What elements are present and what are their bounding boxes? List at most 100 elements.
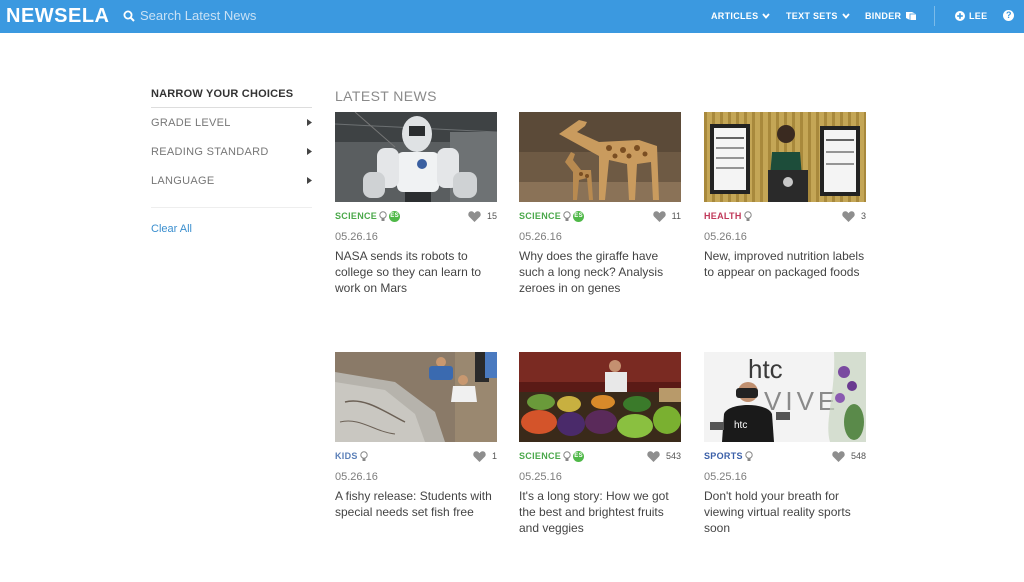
article-meta: SPORTS 548: [704, 449, 866, 463]
category-label: SPORTS: [704, 451, 743, 461]
article-card-vr-sports[interactable]: htc VIVE htc SPORTS 548 05.25.16 Don't h…: [704, 352, 866, 536]
top-navigation-bar: NEWSELA ARTICLES TEXT SETS BINDER LEE ?: [0, 0, 1024, 33]
book-icon: [906, 12, 917, 20]
article-title[interactable]: Don't hold your breath for viewing virtu…: [704, 488, 866, 536]
shirt-logo-text: htc: [734, 420, 747, 431]
heart-icon: [652, 210, 666, 222]
search-icon: [123, 10, 135, 22]
section-title: LATEST NEWS: [335, 88, 437, 104]
filter-reading-standard[interactable]: READING STANDARD: [151, 137, 312, 166]
help-button[interactable]: ?: [1003, 10, 1014, 21]
article-title[interactable]: Why does the giraffe have such a long ne…: [519, 248, 681, 296]
filter-sidebar: NARROW YOUR CHOICES GRADE LEVEL READING …: [151, 88, 312, 235]
clear-all-link[interactable]: Clear All: [151, 223, 312, 235]
favorites-count[interactable]: 548: [832, 450, 866, 462]
likes-count: 543: [665, 451, 681, 461]
likes-count: 11: [671, 211, 681, 221]
heart-icon: [468, 210, 481, 222]
nav-divider: [934, 6, 935, 26]
article-thumbnail-vr-headset[interactable]: htc VIVE htc: [704, 352, 866, 442]
sidebar-title: NARROW YOUR CHOICES: [151, 88, 312, 108]
sidebar-divider: [151, 207, 312, 208]
article-title[interactable]: It's a long story: How we got the best a…: [519, 488, 681, 536]
binder-link[interactable]: BINDER: [865, 11, 917, 21]
article-date: 05.26.16: [519, 231, 562, 243]
lightbulb-icon: [360, 450, 368, 461]
favorites-count[interactable]: 3: [842, 210, 866, 222]
article-thumbnail-giraffe[interactable]: [519, 112, 681, 202]
article-category[interactable]: HEALTH: [704, 210, 752, 222]
help-label: ?: [1006, 10, 1012, 20]
article-date: 05.25.16: [704, 471, 747, 483]
article-date: 05.26.16: [704, 231, 747, 243]
user-menu[interactable]: LEE: [955, 11, 987, 21]
category-label: SCIENCE: [335, 211, 378, 221]
article-meta: SCIENCE ES 11: [519, 209, 681, 223]
heart-icon: [473, 450, 486, 462]
article-card-fruits-veggies[interactable]: SCIENCE ES 543 05.25.16 It's a long stor…: [519, 352, 681, 536]
favorites-count[interactable]: 1: [473, 450, 497, 462]
favorites-count[interactable]: 11: [652, 210, 681, 222]
heart-icon: [832, 450, 845, 462]
article-category[interactable]: SCIENCE ES: [335, 210, 401, 222]
newsela-logo[interactable]: NEWSELA: [6, 5, 110, 28]
chevron-down-icon: [762, 13, 771, 19]
article-meta: SCIENCE ES 15: [335, 209, 497, 223]
article-category[interactable]: SPORTS: [704, 450, 753, 462]
likes-count: 1: [491, 451, 497, 461]
likes-count: 548: [850, 451, 866, 461]
article-meta: KIDS 1: [335, 449, 497, 463]
heart-icon: [842, 210, 855, 222]
article-thumbnail-fish-release[interactable]: [335, 352, 497, 442]
spanish-available-badge: ES: [389, 210, 401, 222]
article-card-nutrition-labels[interactable]: HEALTH 3 05.26.16 New, improved nutritio…: [704, 112, 866, 280]
lightbulb-icon: [563, 450, 571, 461]
chevron-right-icon: [307, 177, 312, 184]
article-meta: HEALTH 3: [704, 209, 866, 223]
article-meta: SCIENCE ES 543: [519, 449, 681, 463]
chevron-right-icon: [307, 148, 312, 155]
category-label: HEALTH: [704, 211, 742, 221]
article-card-nasa-robots[interactable]: SCIENCE ES 15 05.26.16 NASA sends its ro…: [335, 112, 497, 296]
spanish-available-badge: ES: [573, 450, 585, 462]
article-card-giraffe[interactable]: SCIENCE ES 11 05.26.16 Why does the gira…: [519, 112, 681, 296]
article-title[interactable]: New, improved nutrition labels to appear…: [704, 248, 866, 280]
likes-count: 3: [860, 211, 866, 221]
article-title[interactable]: NASA sends its robots to college so they…: [335, 248, 497, 296]
likes-count: 15: [486, 211, 497, 221]
text-sets-menu-label: TEXT SETS: [786, 11, 838, 21]
articles-menu[interactable]: ARTICLES: [711, 11, 771, 21]
article-date: 05.25.16: [519, 471, 562, 483]
heart-icon: [647, 450, 660, 462]
vive-wall-text: VIVE: [764, 386, 839, 416]
text-sets-menu[interactable]: TEXT SETS: [786, 11, 850, 21]
article-thumbnail-nutrition[interactable]: [704, 112, 866, 202]
article-date: 05.26.16: [335, 231, 378, 243]
filter-grade-level[interactable]: GRADE LEVEL: [151, 108, 312, 137]
search-box: [123, 8, 340, 23]
article-thumbnail-robot[interactable]: [335, 112, 497, 202]
favorites-count[interactable]: 543: [647, 450, 681, 462]
article-category[interactable]: SCIENCE ES: [519, 210, 585, 222]
chevron-down-icon: [842, 13, 850, 19]
spanish-available-badge: ES: [573, 210, 585, 222]
article-category[interactable]: KIDS: [335, 450, 368, 462]
filter-label: GRADE LEVEL: [151, 116, 231, 129]
binder-label: BINDER: [865, 11, 902, 21]
favorites-count[interactable]: 15: [468, 210, 497, 222]
lightbulb-icon: [743, 210, 752, 221]
filter-label: READING STANDARD: [151, 145, 269, 158]
filter-language[interactable]: LANGUAGE: [151, 166, 312, 195]
category-label: SCIENCE: [519, 451, 562, 461]
article-category[interactable]: SCIENCE ES: [519, 450, 585, 462]
article-date: 05.26.16: [335, 471, 378, 483]
article-title[interactable]: A fishy release: Students with special n…: [335, 488, 497, 520]
filter-label: LANGUAGE: [151, 174, 215, 187]
articles-menu-label: ARTICLES: [711, 11, 759, 21]
category-label: KIDS: [335, 451, 358, 461]
article-card-fishy-release[interactable]: KIDS 1 05.26.16 A fishy release: Student…: [335, 352, 497, 520]
lightbulb-icon: [745, 450, 753, 461]
search-input[interactable]: [140, 8, 340, 23]
article-thumbnail-produce[interactable]: [519, 352, 681, 442]
plus-circle-icon: [955, 11, 965, 21]
